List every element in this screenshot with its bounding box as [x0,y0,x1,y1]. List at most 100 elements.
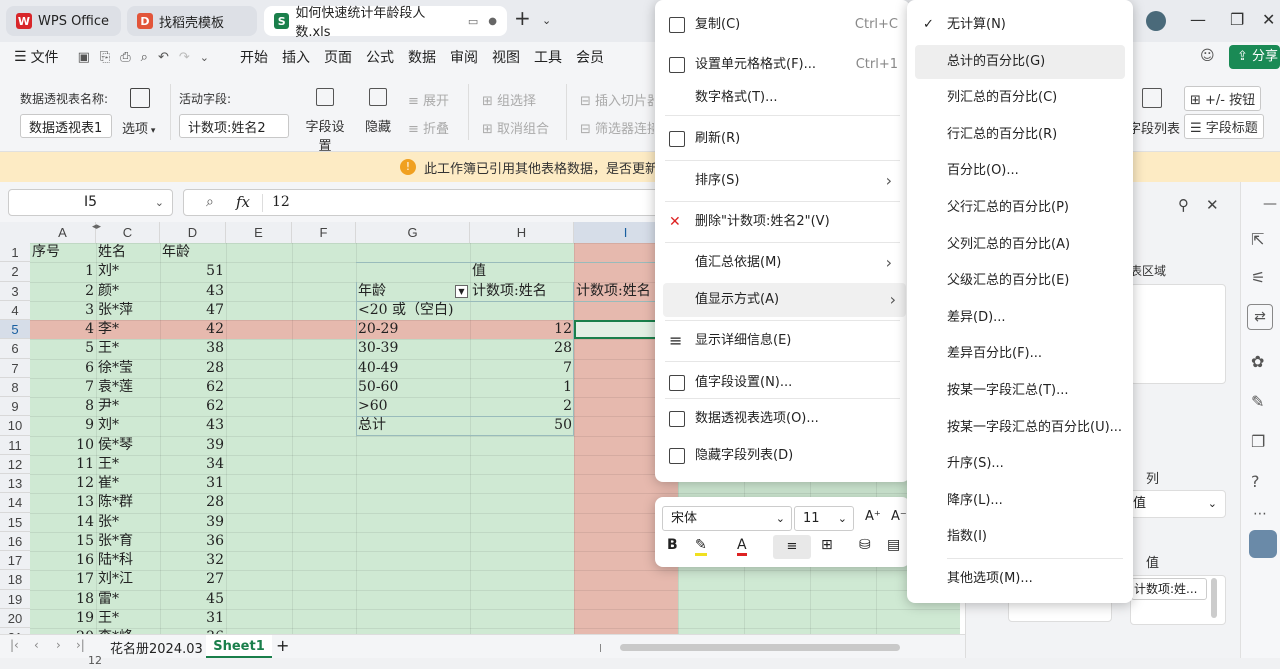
prev-sheet-icon[interactable]: ‹ [34,638,39,652]
cell-a[interactable]: 4 [32,320,94,339]
cell-a[interactable]: 17 [32,570,94,589]
hide-button[interactable]: 隐藏 [362,88,394,135]
sheet-tab-sheet1[interactable]: Sheet1 [206,635,272,658]
row-header[interactable]: 12 [0,454,30,474]
pivot-values-header[interactable]: 值 [472,262,572,281]
font-size-select[interactable]: 11 ⌄ [794,506,854,531]
cell-a[interactable]: 14 [32,513,94,532]
pivot-name-input[interactable]: 数据透视表1 [20,114,112,138]
value-area-box[interactable]: 计数项:姓... [1130,575,1226,625]
submenu-item[interactable]: ✓ 无计算(N) [915,8,1125,42]
menu-item-review[interactable]: 审阅 [443,47,485,67]
pivot-panel-icon[interactable]: ⇄ [1247,304,1273,330]
menu-item-formula[interactable]: 公式 [359,47,401,67]
submenu-item[interactable]: 列汇总的百分比(C) [915,81,1125,115]
row-header[interactable]: 11 [0,435,30,455]
insert-slicer-button[interactable]: ⊟ 插入切片器 [580,90,654,109]
row-header[interactable]: 4 [0,300,30,320]
row-header[interactable]: 3 [0,281,30,301]
cell-c[interactable]: 崔* [98,474,158,493]
bold-icon[interactable]: B [667,537,678,553]
cell-d[interactable]: 43 [162,282,224,301]
cell-a[interactable]: 13 [32,493,94,512]
column-header-h[interactable]: H [470,222,574,243]
value-field-select[interactable]: 计数项:姓... [1131,578,1207,600]
new-tab-button[interactable]: + [514,6,531,30]
context-menu-item[interactable]: 值字段设置(N)... [659,366,906,400]
undo-icon[interactable]: ↶ [158,50,169,65]
cell-c[interactable]: 颜* [98,282,158,301]
cell-d[interactable]: 34 [162,455,224,474]
zoom-search-icon[interactable]: ⌕ [206,194,214,210]
pivot-row-label[interactable]: 总计 [358,416,468,435]
menu-item-member[interactable]: 会员 [569,47,611,67]
row-header[interactable]: 2 [0,262,30,282]
share-button[interactable]: ⇪ 分享 [1229,45,1280,69]
tab-template[interactable]: D 找稻壳模板 [127,6,257,36]
column-header-c[interactable]: C [96,222,160,243]
quick-access-chevron-icon[interactable]: ⌄ [200,51,209,64]
submenu-item[interactable]: 按某一字段汇总(T)... [915,374,1125,408]
sheet-tab-roster[interactable]: 花名册2024.03 [110,638,203,657]
close-panel-icon[interactable]: ✕ [1206,196,1219,214]
menu-item-tools[interactable]: 工具 [527,47,569,67]
row-header[interactable]: 9 [0,397,30,417]
pin-icon[interactable]: ⚲ [1178,196,1189,214]
filter-connection-button[interactable]: ⊟ 筛选器连接 [580,118,654,137]
tab-current-file[interactable]: S 如何快速统计年龄段人数.xls ▭ ● [264,6,507,40]
submenu-item[interactable]: 差异(D)... [915,301,1125,335]
submenu-item[interactable]: 升序(S)... [915,447,1125,481]
save-icon[interactable]: ▣ [78,50,90,65]
cell-a[interactable]: 19 [32,609,94,628]
pivot-row-label[interactable]: 40-49 [358,359,468,378]
cell-a[interactable]: 10 [32,436,94,455]
cell-c[interactable]: 陆*科 [98,551,158,570]
hscroll-left-icon[interactable] [600,644,608,652]
cell-c[interactable]: 王* [98,339,158,358]
collapse-icon[interactable]: — [1263,196,1277,212]
menu-item-page[interactable]: 页面 [317,47,359,67]
cell-a[interactable]: 18 [32,590,94,609]
column-header-f[interactable]: F [292,222,356,243]
cell-a[interactable]: 6 [32,359,94,378]
expand-button[interactable]: ≡ 展开 [408,90,449,109]
collapse-button[interactable]: ≡ 折叠 [408,118,449,137]
cell-a[interactable]: 16 [32,551,94,570]
cell-c[interactable]: 徐*莹 [98,359,158,378]
cell-a[interactable]: 9 [32,416,94,435]
row-header[interactable]: 10 [0,416,30,436]
cell-c[interactable]: 王* [98,455,158,474]
monitor-icon[interactable]: ▭ [468,15,478,28]
cell-c[interactable]: 雷* [98,590,158,609]
name-box[interactable]: I5 ⌄ [8,189,173,216]
highlight-icon[interactable]: ✎ [695,537,707,556]
cell-c[interactable]: 刘* [98,262,158,281]
cell-d[interactable]: 42 [162,320,224,339]
cell-d[interactable]: 31 [162,474,224,493]
context-menu-item[interactable]: 排序(S) › [659,164,906,198]
row-header[interactable]: 7 [0,358,30,378]
style-icon[interactable]: ✿ [1251,352,1264,371]
context-menu-item[interactable]: 值显示方式(A) › [663,283,906,317]
cell-a[interactable]: 2 [32,282,94,301]
cell-a[interactable]: 7 [32,378,94,397]
column-header-e[interactable]: E [226,222,292,243]
redo-icon[interactable]: ↷ [179,50,190,65]
row-header[interactable]: 14 [0,493,30,513]
context-menu-item[interactable]: ✕ 删除"计数项:姓名2"(V) [659,205,906,239]
pivot-row-label[interactable]: >60 [358,397,468,416]
submenu-item[interactable]: 父行汇总的百分比(P) [915,191,1125,225]
format-icon[interactable]: ▤ [887,537,900,553]
cell-d[interactable]: 43 [162,416,224,435]
plus-minus-button[interactable]: ⊞ +/- 按钮 [1184,86,1262,111]
pivot-row-label[interactable]: 30-39 [358,339,468,358]
cell-a[interactable]: 12 [32,474,94,493]
close-icon[interactable]: ✕ [1262,10,1275,29]
cell-d[interactable]: 38 [162,339,224,358]
align-center-icon[interactable]: ≡ [773,535,811,559]
cell-c[interactable]: 姓名 [98,243,158,262]
cell-a[interactable]: 1 [32,262,94,281]
first-sheet-icon[interactable]: |‹ [10,638,19,652]
export-pdf-icon[interactable]: ⎘ [100,50,110,65]
border-icon[interactable]: ⊞ [821,537,833,553]
